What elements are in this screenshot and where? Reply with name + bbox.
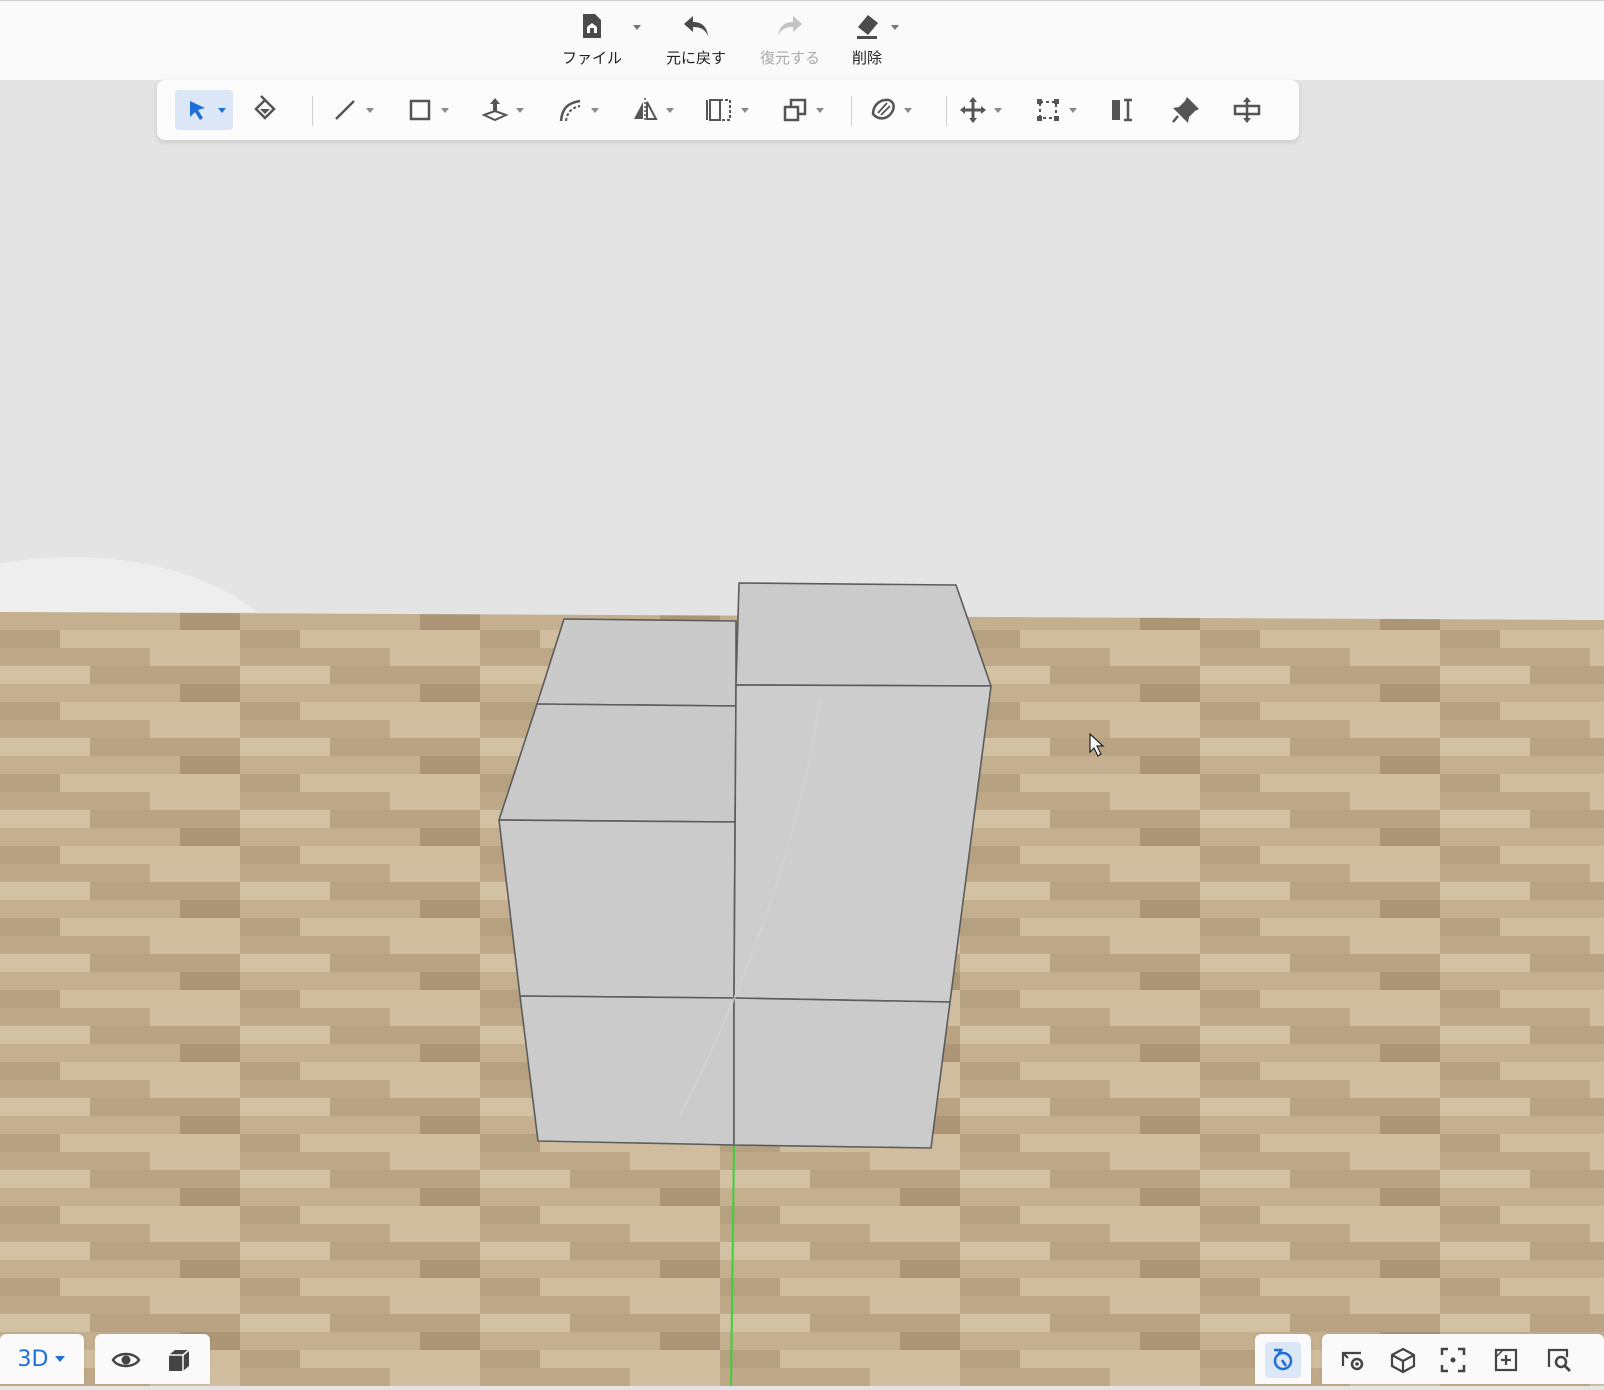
focus-button[interactable]	[1435, 1342, 1471, 1378]
redo-label: 復元する	[759, 49, 820, 67]
view-tools-panel	[1322, 1334, 1604, 1384]
modeling-toolbar	[157, 80, 1299, 140]
mirror-dropdown-caret-icon[interactable]	[665, 105, 675, 115]
zoom-window-icon	[1494, 1348, 1518, 1372]
view-mode-caret-icon	[55, 1356, 66, 1362]
mirror-tool[interactable]	[629, 90, 675, 130]
push-pull-icon	[481, 98, 509, 122]
paint-bucket-icon	[254, 95, 276, 120]
copy-group-dropdown-caret-icon[interactable]	[815, 105, 825, 115]
pin-tool[interactable]	[1170, 90, 1202, 130]
orbit-icon	[1273, 1348, 1293, 1371]
view-settings-button[interactable]	[1335, 1342, 1371, 1378]
zoom-search-icon	[1547, 1348, 1571, 1372]
dimension-icon	[1112, 98, 1132, 122]
material-sphere-icon	[871, 98, 895, 120]
copy-group-icon	[783, 98, 807, 122]
select-tool[interactable]	[175, 90, 233, 130]
scale-icon	[1037, 99, 1059, 121]
eye-icon	[111, 1352, 141, 1368]
scene-canvas[interactable]	[0, 140, 1604, 1387]
undo-button[interactable]: 元に戻す	[656, 11, 736, 73]
view-settings-icon	[1341, 1351, 1364, 1371]
rectangle-icon	[409, 99, 431, 121]
mirror-icon	[634, 98, 658, 122]
view-mode-dropdown[interactable]: 3D	[0, 1334, 84, 1384]
undo-icon	[681, 11, 711, 41]
array-icon	[706, 99, 731, 121]
undo-label: 元に戻す	[665, 49, 726, 67]
copy-group-tool[interactable]	[779, 90, 825, 130]
visibility-panel	[95, 1334, 210, 1384]
visibility-button[interactable]	[108, 1342, 144, 1378]
toolbar-divider	[946, 96, 947, 126]
select-arrow-icon	[190, 101, 205, 120]
array-dropdown-caret-icon[interactable]	[740, 105, 750, 115]
rectangle-tool[interactable]	[404, 90, 450, 130]
zoom-search-button[interactable]	[1541, 1342, 1577, 1378]
file-menu-button[interactable]: ファイル	[552, 11, 632, 73]
file-dropdown-caret-icon[interactable]	[632, 23, 642, 31]
toolbar-divider	[312, 96, 313, 126]
view-mode-panel: 3D	[0, 1334, 84, 1384]
array-tool[interactable]	[704, 90, 750, 130]
redo-icon	[775, 11, 805, 41]
move-icon	[960, 97, 986, 123]
paint-bucket-tool[interactable]	[249, 90, 281, 130]
line-tool[interactable]	[329, 90, 375, 130]
delete-button[interactable]: 削除	[827, 11, 907, 73]
pin-icon	[1172, 97, 1199, 123]
scale-tool[interactable]	[1032, 90, 1078, 130]
eraser-icon	[852, 11, 882, 41]
orbit-button[interactable]	[1265, 1342, 1301, 1378]
line-dropdown-caret-icon[interactable]	[365, 105, 375, 115]
top-menu-bar: ファイル 元に戻す 復元する 削除	[0, 0, 1604, 80]
focus-icon	[1440, 1347, 1466, 1373]
display-style-button[interactable]	[161, 1342, 197, 1378]
select-dropdown-caret-icon[interactable]	[217, 105, 227, 115]
push-pull-tool[interactable]	[479, 90, 525, 130]
push-pull-dropdown-caret-icon[interactable]	[515, 105, 525, 115]
orbit-panel	[1255, 1334, 1311, 1384]
cube-display-icon	[169, 1349, 190, 1371]
offset-curve-tool[interactable]	[554, 90, 600, 130]
transform-icon	[1233, 97, 1261, 123]
cube-view-icon	[1390, 1347, 1416, 1374]
dimension-tool[interactable]	[1107, 90, 1139, 130]
move-tool[interactable]	[957, 90, 1003, 130]
cube-view-button[interactable]	[1385, 1342, 1421, 1378]
scale-dropdown-caret-icon[interactable]	[1068, 105, 1078, 115]
zoom-window-button[interactable]	[1488, 1342, 1524, 1378]
delete-label: 削除	[851, 49, 882, 67]
line-icon	[335, 100, 355, 120]
delete-dropdown-caret-icon[interactable]	[890, 23, 900, 31]
move-dropdown-caret-icon[interactable]	[993, 105, 1003, 115]
offset-curve-icon	[559, 99, 581, 122]
view-mode-label: 3D	[17, 1346, 49, 1372]
transform-tool[interactable]	[1231, 90, 1263, 130]
material-dropdown-caret-icon[interactable]	[903, 105, 913, 115]
redo-button[interactable]: 復元する	[750, 11, 830, 73]
toolbar-divider	[851, 96, 852, 126]
3d-viewport[interactable]	[0, 140, 1604, 1387]
file-icon	[577, 11, 607, 41]
file-label: ファイル	[561, 49, 622, 67]
offset-curve-dropdown-caret-icon[interactable]	[590, 105, 600, 115]
material-tool[interactable]	[867, 90, 913, 130]
rectangle-dropdown-caret-icon[interactable]	[440, 105, 450, 115]
